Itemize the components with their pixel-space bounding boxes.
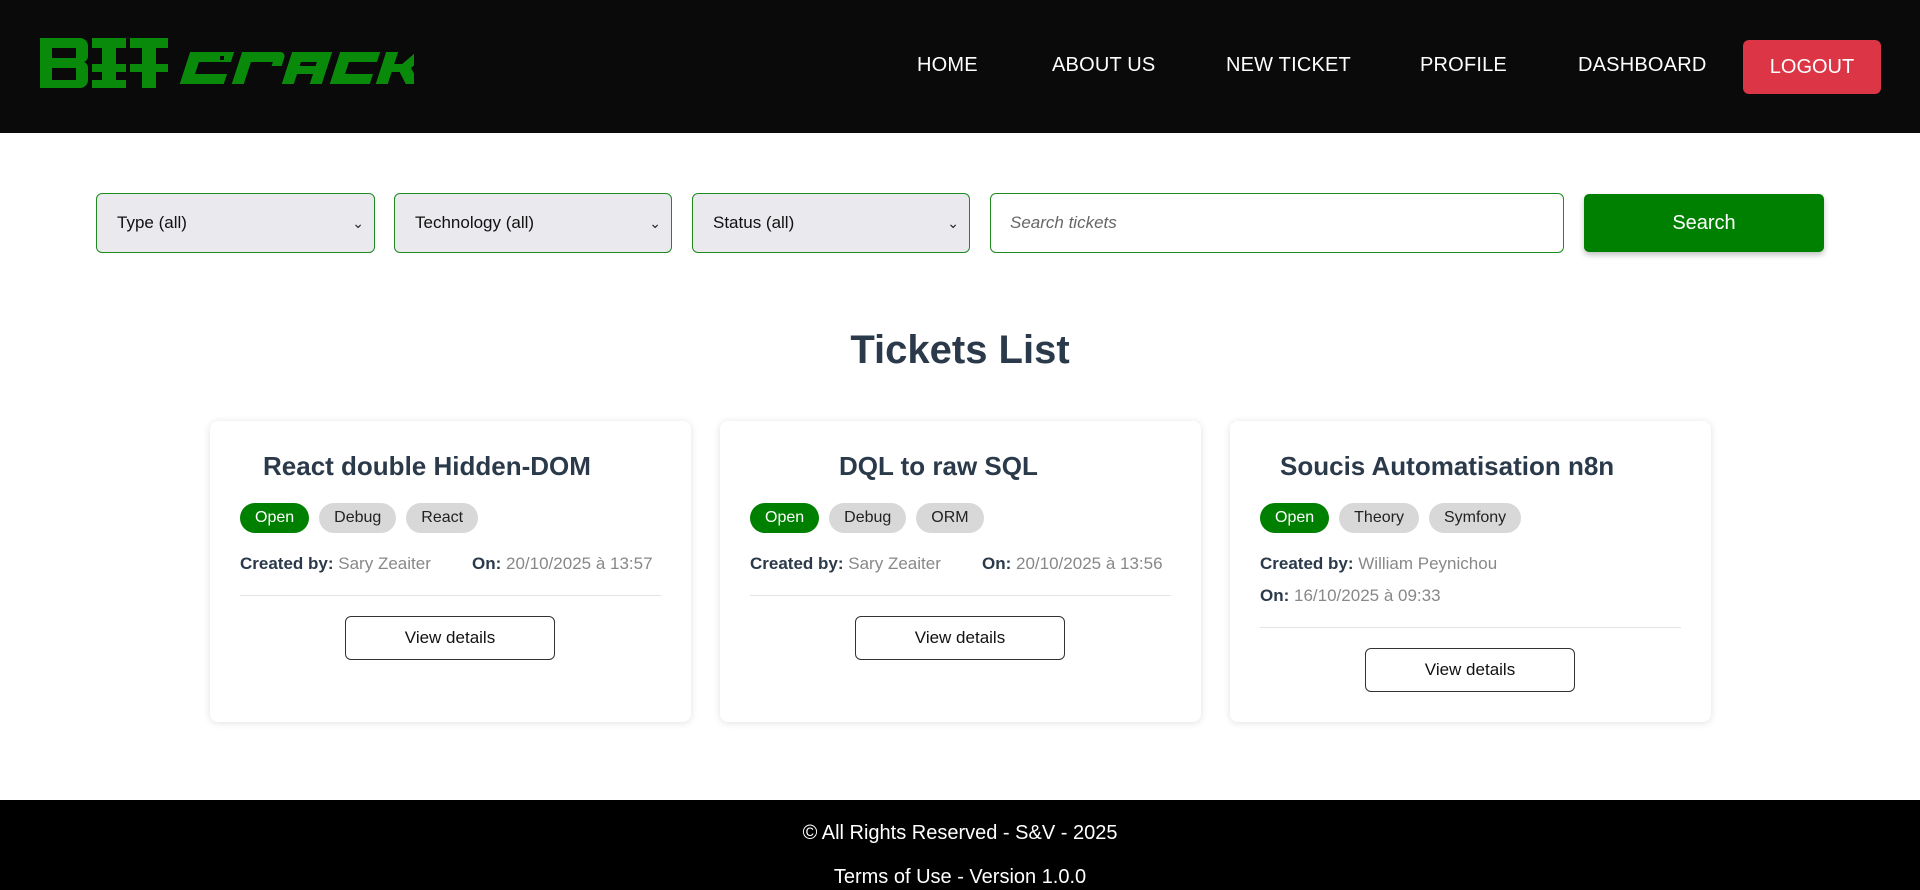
- author-name: Sary Zeaiter: [848, 554, 941, 573]
- on-label: On:: [472, 554, 502, 573]
- chevron-down-icon: ⌄: [352, 215, 364, 231]
- technology-select-value: Technology (all): [415, 213, 535, 232]
- page-title: Tickets List: [850, 328, 1070, 372]
- chevron-down-icon: ⌄: [649, 215, 661, 231]
- nav-about-us[interactable]: ABOUT US: [1052, 54, 1155, 80]
- ticket-card: DQL to raw SQL Open Debug ORM Created by…: [720, 421, 1201, 722]
- ticket-author: Created by: William Peynichou: [1260, 554, 1497, 574]
- created-by-label: Created by:: [750, 554, 844, 573]
- status-select[interactable]: Status (all) ⌄: [692, 193, 970, 253]
- date-value: 20/10/2025 à 13:57: [506, 554, 653, 573]
- ticket-date: On: 20/10/2025 à 13:57: [472, 554, 653, 574]
- main-nav: HOME ABOUT US NEW TICKET PROFILE DASHBOA…: [0, 0, 1920, 133]
- technology-select[interactable]: Technology (all) ⌄: [394, 193, 672, 253]
- card-divider: [1260, 627, 1681, 628]
- technology-badge: Symfony: [1428, 503, 1522, 533]
- on-label: On:: [1260, 586, 1290, 605]
- nav-profile[interactable]: PROFILE: [1420, 54, 1507, 80]
- type-badge: Debug: [319, 503, 397, 533]
- status-select-value: Status (all): [713, 213, 795, 232]
- date-value: 16/10/2025 à 09:33: [1294, 586, 1441, 605]
- technology-badge: React: [406, 503, 479, 533]
- view-details-button[interactable]: View details: [1365, 648, 1575, 692]
- author-name: William Peynichou: [1358, 554, 1498, 573]
- nav-dashboard[interactable]: DASHBOARD: [1578, 54, 1707, 80]
- terms-of-use-link[interactable]: Terms of Use: [834, 866, 952, 888]
- ticket-title: DQL to raw SQL: [839, 451, 1038, 481]
- created-by-label: Created by:: [240, 554, 334, 573]
- ticket-card: Soucis Automatisation n8n Open Theory Sy…: [1230, 421, 1711, 722]
- view-details-button[interactable]: View details: [345, 616, 555, 660]
- status-badge: Open: [1260, 503, 1330, 533]
- type-badge: Debug: [829, 503, 907, 533]
- type-select-value: Type (all): [117, 213, 187, 232]
- created-by-label: Created by:: [1260, 554, 1354, 573]
- chevron-down-icon: ⌄: [947, 215, 959, 231]
- version-text: Version 1.0.0: [969, 866, 1087, 888]
- date-value: 20/10/2025 à 13:56: [1016, 554, 1163, 573]
- status-badge: Open: [750, 503, 820, 533]
- nav-home[interactable]: HOME: [917, 54, 978, 80]
- card-divider: [240, 595, 661, 596]
- footer-links: Terms of Use - Version 1.0.0: [0, 866, 1920, 889]
- on-label: On:: [982, 554, 1012, 573]
- ticket-date: On: 20/10/2025 à 13:56: [982, 554, 1163, 574]
- type-badge: Theory: [1339, 503, 1419, 533]
- ticket-author: Created by: Sary Zeaiter: [750, 554, 941, 574]
- site-header: HOME ABOUT US NEW TICKET PROFILE DASHBOA…: [0, 0, 1920, 133]
- ticket-title: Soucis Automatisation n8n: [1280, 451, 1615, 481]
- ticket-badges: Open Debug ORM: [750, 503, 984, 533]
- technology-badge: ORM: [916, 503, 984, 533]
- ticket-author: Created by: Sary Zeaiter: [240, 554, 431, 574]
- search-button[interactable]: Search: [1584, 194, 1824, 252]
- ticket-date: On: 16/10/2025 à 09:33: [1260, 586, 1441, 606]
- card-divider: [750, 595, 1171, 596]
- author-name: Sary Zeaiter: [338, 554, 431, 573]
- ticket-badges: Open Debug React: [240, 503, 479, 533]
- footer-separator: -: [951, 866, 970, 888]
- type-select[interactable]: Type (all) ⌄: [96, 193, 375, 253]
- ticket-card: React double Hidden-DOM Open Debug React…: [210, 421, 691, 722]
- ticket-badges: Open Theory Symfony: [1260, 503, 1522, 533]
- view-details-button[interactable]: View details: [855, 616, 1065, 660]
- logout-button[interactable]: LOGOUT: [1743, 40, 1881, 94]
- site-footer: © All Rights Reserved - S&V - 2025 Terms…: [0, 800, 1920, 890]
- search-input[interactable]: [990, 193, 1564, 253]
- copyright-text: © All Rights Reserved - S&V - 2025: [802, 822, 1118, 844]
- status-badge: Open: [240, 503, 310, 533]
- nav-new-ticket[interactable]: NEW TICKET: [1226, 54, 1351, 80]
- ticket-title: React double Hidden-DOM: [263, 451, 591, 481]
